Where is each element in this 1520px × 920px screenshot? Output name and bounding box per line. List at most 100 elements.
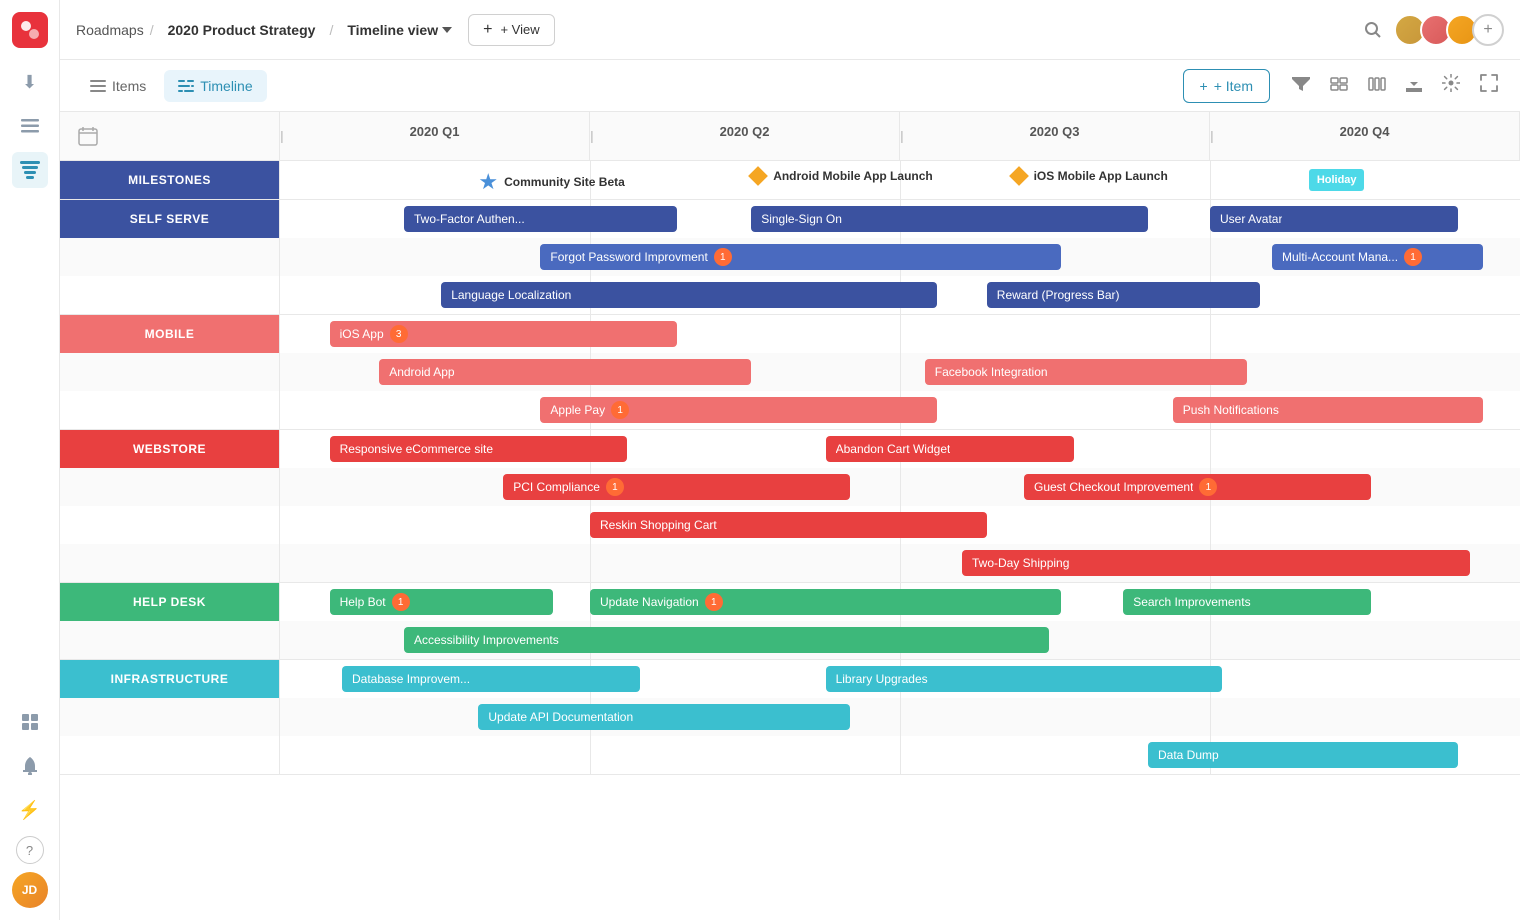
group-label-webstore	[60, 468, 280, 506]
bar-language-localization[interactable]: Language Localization	[441, 282, 937, 308]
breadcrumb-sep2: /	[329, 22, 333, 38]
bolt-icon[interactable]: ⚡	[12, 792, 48, 828]
bar-two-day-shipping[interactable]: Two-Day Shipping	[962, 550, 1470, 576]
bar-push-notifications[interactable]: Push Notifications	[1173, 397, 1483, 423]
app-logo[interactable]	[12, 12, 48, 48]
calendar-icon[interactable]	[76, 124, 100, 148]
bar-reskin-shopping-cart[interactable]: Reskin Shopping Cart	[590, 512, 987, 538]
milestone-community-site-beta[interactable]: ★ Community Site Beta	[478, 169, 624, 195]
row-selfserve-1: Forgot Password Improvment1 Multi-Account…	[60, 238, 1520, 276]
bar-reward-progress-bar[interactable]: Reward (Progress Bar)	[987, 282, 1260, 308]
breadcrumb-sep1: /	[150, 22, 154, 38]
roadmap-icon[interactable]	[12, 152, 48, 188]
toolbar-actions	[1286, 68, 1504, 103]
download-icon[interactable]: ⬇	[12, 64, 48, 100]
bar-user-avatar[interactable]: User Avatar	[1210, 206, 1458, 232]
bar-badge: 1	[714, 248, 732, 266]
quarter-headers: 2020 Q1 2020 Q2 2020 Q3 2020 Q4	[280, 112, 1520, 160]
bar-badge: 1	[705, 593, 723, 611]
row-mobile-2: Apple Pay1 Push Notifications	[60, 391, 1520, 429]
star-icon: ★	[478, 169, 498, 195]
bar-badge: 1	[392, 593, 410, 611]
group-label-mobile: MOBILE	[60, 315, 280, 353]
bar-responsive-ecommerce-site[interactable]: Responsive eCommerce site	[330, 436, 628, 462]
group-label-mobile	[60, 391, 280, 429]
timeline-label-header	[60, 112, 280, 160]
search-button[interactable]	[1364, 21, 1382, 39]
bar-android-app[interactable]: Android App	[379, 359, 751, 385]
main-content: Roadmaps / 2020 Product Strategy / Timel…	[60, 0, 1520, 920]
strategy-dropdown[interactable]: 2020 Product Strategy	[160, 18, 324, 42]
bar-pci-compliance[interactable]: PCI Compliance1	[503, 474, 850, 500]
columns-button[interactable]	[1362, 69, 1392, 102]
bar-search-improvements[interactable]: Search Improvements	[1123, 589, 1371, 615]
tab-timeline[interactable]: Timeline	[164, 70, 266, 102]
row-content-webstore-1: PCI Compliance1 Guest Checkout Improvemen…	[280, 468, 1520, 506]
row-webstore-1: PCI Compliance1 Guest Checkout Improvemen…	[60, 468, 1520, 506]
bar-multi-account-mana[interactable]: Multi-Account Mana...1	[1272, 244, 1483, 270]
add-view-button[interactable]: + + View	[468, 14, 555, 46]
bar-database-improvem[interactable]: Database Improvem...	[342, 666, 640, 692]
group-mobile: MOBILE iOS App3 Android App Facebook Integr…	[60, 315, 1520, 430]
bar-abandon-cart-widget[interactable]: Abandon Cart Widget	[826, 436, 1074, 462]
milestone-holiday[interactable]: Holiday	[1309, 169, 1364, 191]
bar-apple-pay[interactable]: Apple Pay1	[540, 397, 937, 423]
bar-label: Two-Factor Authen...	[414, 212, 525, 226]
contacts-icon[interactable]	[12, 704, 48, 740]
quarter-divider	[590, 736, 591, 774]
bar-badge: 1	[1199, 478, 1217, 496]
filter-button[interactable]	[1286, 69, 1316, 102]
breadcrumb-roadmaps[interactable]: Roadmaps	[76, 22, 144, 38]
milestone-label: Android Mobile App Launch	[773, 169, 933, 183]
quarter-divider	[900, 698, 901, 736]
group-label-milestones: MILESTONES	[60, 161, 280, 199]
fullscreen-button[interactable]	[1474, 68, 1504, 103]
quarter-divider	[1210, 506, 1211, 544]
group-selfserve: SELF SERVETwo-Factor Authen...Single-Sig…	[60, 200, 1520, 315]
export-button[interactable]	[1400, 68, 1428, 103]
row-selfserve-2: Language Localization Reward (Progress Ba…	[60, 276, 1520, 314]
bar-two-factor-authen[interactable]: Two-Factor Authen...	[404, 206, 677, 232]
bar-label: iOS App	[340, 327, 384, 341]
bar-forgot-password-improvment[interactable]: Forgot Password Improvment1	[540, 244, 1061, 270]
milestone-android-mobile-app-launch[interactable]: Android Mobile App Launch	[751, 169, 933, 183]
breadcrumb: Roadmaps / 2020 Product Strategy / Timel…	[76, 18, 460, 42]
add-item-button[interactable]: + + Item	[1183, 69, 1270, 103]
group-label-infrastructure	[60, 698, 280, 736]
collaborator-avatars: +	[1394, 14, 1504, 46]
help-icon[interactable]: ?	[16, 836, 44, 864]
bar-library-upgrades[interactable]: Library Upgrades	[826, 666, 1223, 692]
milestone-ios-mobile-app-launch[interactable]: iOS Mobile App Launch	[1012, 169, 1168, 183]
group-label-webstore	[60, 506, 280, 544]
bar-guest-checkout-improvement[interactable]: Guest Checkout Improvement1	[1024, 474, 1371, 500]
settings-button[interactable]	[1436, 68, 1466, 103]
row-content-selfserve-0: Two-Factor Authen... Single-Sign On User A…	[280, 200, 1520, 238]
quarter-divider	[1210, 698, 1211, 736]
bell-icon[interactable]	[12, 748, 48, 784]
row-milestones-0: MILESTONES ★ Community Site Beta Android …	[60, 161, 1520, 199]
list-view-icon[interactable]	[12, 108, 48, 144]
toolbar: Items Timeline + + Item	[60, 60, 1520, 112]
bar-label: Two-Day Shipping	[972, 556, 1069, 570]
bar-update-navigation[interactable]: Update Navigation1	[590, 589, 1061, 615]
row-content-infrastructure-0: Database Improvem... Library Upgrades	[280, 660, 1520, 698]
view-dropdown[interactable]: Timeline view	[339, 18, 460, 42]
bar-update-api-documentation[interactable]: Update API Documentation	[478, 704, 850, 730]
bar-label: Accessibility Improvements	[414, 633, 559, 647]
row-content-mobile-0: iOS App3	[280, 315, 1520, 353]
group-label-infrastructure: INFRASTRUCTURE	[60, 660, 280, 698]
bar-accessibility-improvements[interactable]: Accessibility Improvements	[404, 627, 1049, 653]
user-avatar[interactable]: JD	[12, 872, 48, 908]
group-button[interactable]	[1324, 69, 1354, 102]
bar-data-dump[interactable]: Data Dump	[1148, 742, 1458, 768]
bar-label: Reskin Shopping Cart	[600, 518, 717, 532]
bar-ios-app[interactable]: iOS App3	[330, 321, 677, 347]
bar-label: Facebook Integration	[935, 365, 1048, 379]
bar-help-bot[interactable]: Help Bot1	[330, 589, 553, 615]
group-helpdesk: HELP DESKHelp Bot1Update Navigation1Sear…	[60, 583, 1520, 660]
add-collaborator-button[interactable]: +	[1472, 14, 1504, 46]
bar-single-sign-on[interactable]: Single-Sign On	[751, 206, 1148, 232]
row-helpdesk-0: HELP DESKHelp Bot1Update Navigation1Sear…	[60, 583, 1520, 621]
bar-facebook-integration[interactable]: Facebook Integration	[925, 359, 1247, 385]
tab-items[interactable]: Items	[76, 70, 160, 102]
